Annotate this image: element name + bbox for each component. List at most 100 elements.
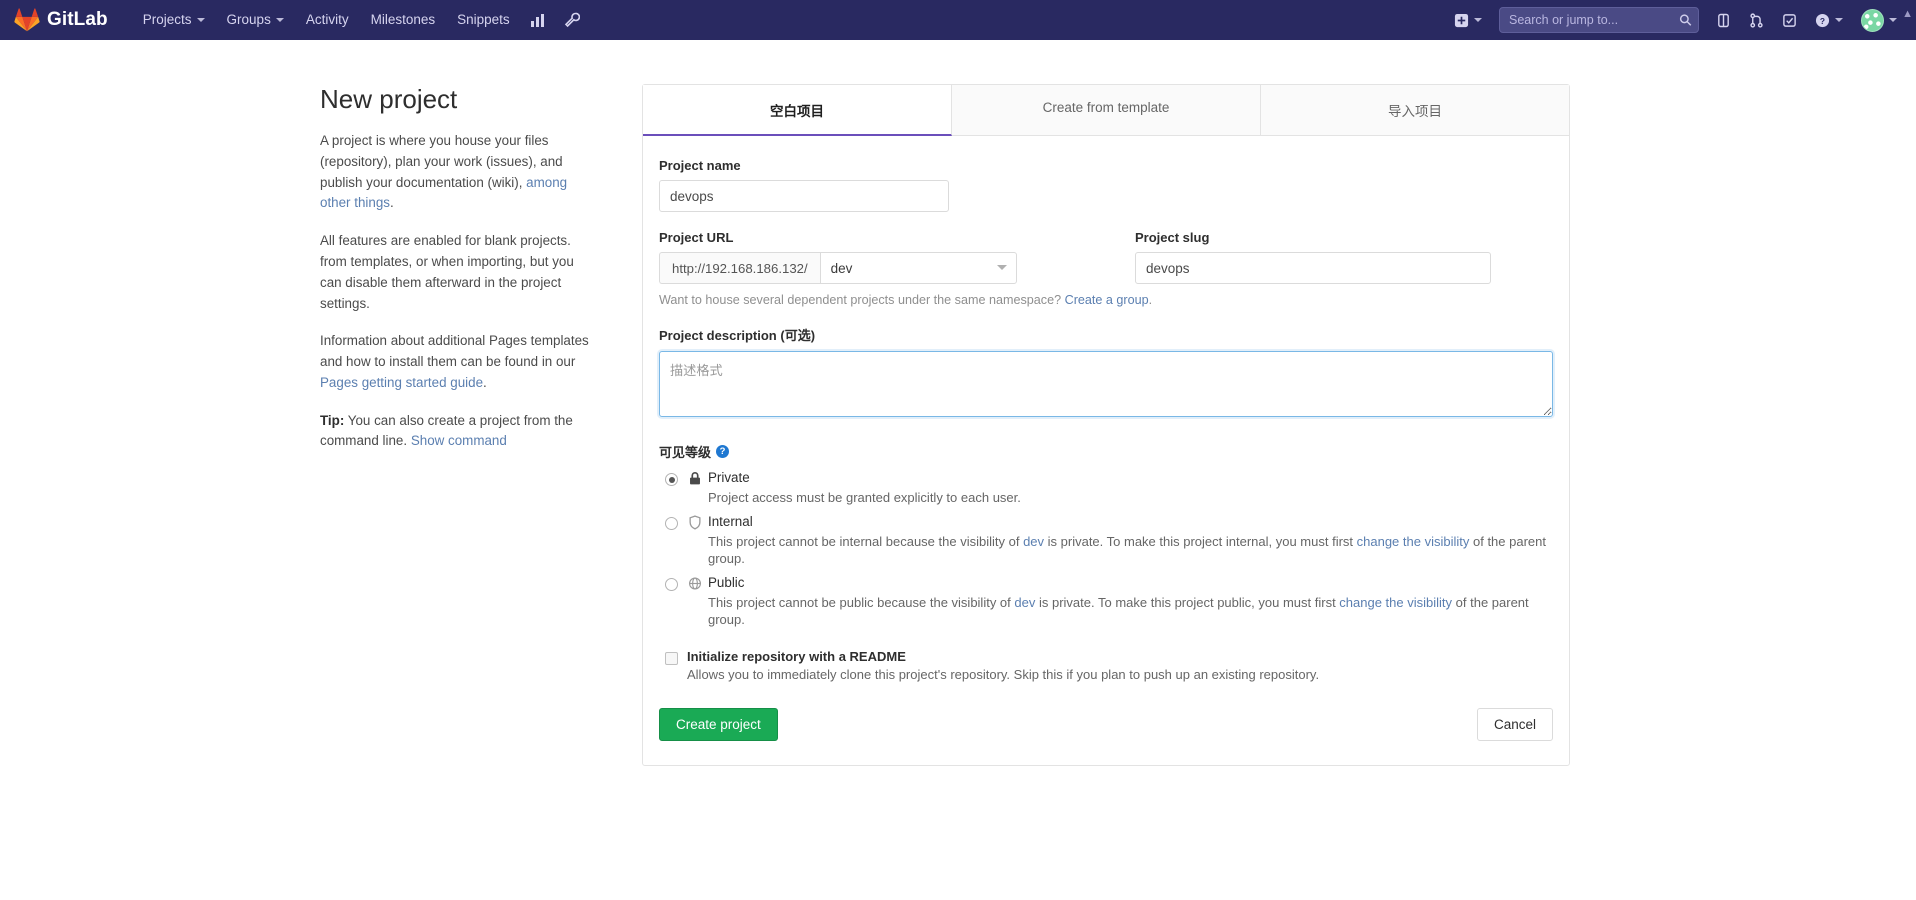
tip-label: Tip: [320, 412, 345, 428]
form-actions: Create project Cancel [659, 707, 1553, 741]
visibility-radio-public[interactable] [665, 577, 678, 591]
search-input[interactable] [1499, 7, 1699, 33]
visibility-option-internal[interactable]: Internal This project cannot be internal… [659, 513, 1553, 568]
gitlab-logo-link[interactable]: GitLab [14, 8, 108, 32]
lock-glyph [690, 471, 700, 485]
visibility-option-private[interactable]: Private Project access must be granted e… [659, 469, 1553, 507]
initialize-readme-body: Initialize repository with a README Allo… [687, 649, 1319, 682]
shield-glyph [689, 514, 701, 530]
vis-internal-a: This project cannot be internal because … [708, 533, 1024, 549]
scrollbar-up-arrow[interactable]: ▲ [1902, 8, 1913, 20]
gitlab-logo-icon [14, 8, 40, 32]
vis-public-a: This project cannot be public because th… [708, 594, 1015, 610]
chevron-down-icon [1835, 18, 1843, 22]
namespace-helper-end: . [1148, 293, 1153, 307]
create-a-group-link[interactable]: Create a group [1065, 293, 1149, 307]
visibility-internal-desc: This project cannot be internal because … [708, 533, 1553, 568]
nav-milestones[interactable]: Milestones [360, 0, 447, 40]
project-url-prefix: http://192.168.186.132/ [659, 252, 820, 284]
public-group-link[interactable]: dev [1014, 595, 1035, 610]
todos-checkbox-icon[interactable] [1773, 0, 1806, 40]
project-slug-input[interactable] [1135, 252, 1491, 284]
tab-create-from-template-label: Create from template [1042, 100, 1170, 115]
tip-paragraph: Tip: You can also create a project from … [320, 411, 594, 453]
help-question-icon[interactable]: ? [716, 445, 730, 458]
tab-blank-project-label: 空白项目 [770, 104, 824, 119]
analytics-chart-icon[interactable] [521, 0, 555, 40]
nav-projects[interactable]: Projects [132, 0, 216, 40]
chevron-down-icon [275, 18, 284, 22]
page-content: New project A project is where you house… [0, 40, 1916, 766]
vis-internal-mid: is private. To make this project interna… [1044, 533, 1357, 549]
visibility-public-title: Public [708, 574, 745, 590]
namespace-select[interactable]: dev [819, 252, 1017, 284]
wrench-glyph [564, 12, 580, 28]
search-container [1499, 7, 1699, 33]
nav-activity-label: Activity [305, 12, 349, 27]
nav-snippets[interactable]: Snippets [446, 0, 521, 40]
visibility-public-desc: This project cannot be public because th… [708, 594, 1553, 629]
visibility-private-body: Private Project access must be granted e… [708, 469, 1553, 507]
analytics-chart-glyph [530, 14, 544, 27]
info-paragraph-3: Information about additional Pages templ… [320, 331, 594, 393]
chevron-down-icon [1889, 18, 1897, 22]
namespace-select-wrap: dev [819, 252, 1017, 284]
visibility-private-desc: Project access must be granted explicitl… [708, 490, 1021, 505]
internal-change-visibility-link[interactable]: change the visibility [1357, 534, 1470, 549]
issues-icon[interactable] [1707, 0, 1740, 40]
new-project-card: 空白项目 Create from template 导入项目 Project n… [642, 84, 1570, 766]
internal-group-link[interactable]: dev [1023, 534, 1044, 549]
initialize-readme-checkbox[interactable] [665, 651, 678, 665]
chevron-down-icon [1474, 18, 1482, 22]
project-name-input[interactable] [659, 180, 949, 212]
url-slug-row: Project URL http://192.168.186.132/ dev … [659, 230, 1553, 284]
project-description-group: Project description (可选) [659, 325, 1553, 420]
create-project-button[interactable]: Create project [659, 707, 778, 741]
chevron-down-icon [196, 18, 205, 22]
tab-import-project-label: 导入项目 [1388, 104, 1442, 119]
new-project-info-panel: New project A project is where you house… [320, 84, 620, 766]
project-slug-group: Project slug [1135, 230, 1491, 284]
visibility-option-public[interactable]: Public This project cannot be public bec… [659, 574, 1553, 629]
info-p1-text-b: . [389, 195, 394, 211]
plus-icon[interactable] [1445, 0, 1491, 40]
nav-activity[interactable]: Activity [295, 0, 360, 40]
globe-glyph [689, 577, 701, 590]
namespace-helper-text: Want to house several dependent projects… [659, 293, 1065, 307]
visibility-level-header: 可见等级 ? [659, 442, 1553, 461]
merge-requests-glyph [1750, 12, 1763, 28]
info-paragraph-1: A project is where you house your files … [320, 131, 594, 214]
tab-create-from-template[interactable]: Create from template [952, 85, 1261, 135]
project-slug-label: Project slug [1135, 230, 1210, 245]
info-paragraph-2: All features are enabled for blank proje… [320, 233, 574, 311]
gitlab-brand-text: GitLab [47, 9, 108, 30]
svg-text:?: ? [1820, 15, 1825, 25]
help-question-icon[interactable]: ? [1806, 0, 1852, 40]
project-name-label: Project name [659, 158, 741, 173]
new-project-form: Project name Project URL http://192.168.… [643, 136, 1569, 765]
user-menu[interactable] [1852, 0, 1906, 40]
help-glyph: ? [1815, 13, 1830, 27]
todos-glyph [1783, 13, 1796, 27]
pages-getting-started-guide-link[interactable]: Pages getting started guide [320, 375, 483, 390]
nav-milestones-label: Milestones [370, 12, 436, 27]
initialize-readme-row[interactable]: Initialize repository with a README Allo… [659, 649, 1553, 682]
plus-square-glyph [1454, 13, 1469, 27]
visibility-radio-private[interactable] [665, 473, 678, 486]
tab-blank-project[interactable]: 空白项目 [643, 85, 952, 136]
avatar [1861, 8, 1884, 32]
visibility-public-body: Public This project cannot be public bec… [708, 574, 1553, 629]
visibility-internal-title: Internal [708, 513, 753, 529]
navbar-left-section: GitLab Projects Groups Activity Mileston… [14, 0, 589, 40]
nav-groups[interactable]: Groups [216, 0, 295, 40]
public-change-visibility-link[interactable]: change the visibility [1339, 595, 1452, 610]
project-description-textarea[interactable] [659, 351, 1553, 417]
page-title: New project [320, 84, 458, 114]
tab-import-project[interactable]: 导入项目 [1261, 85, 1569, 135]
cancel-button[interactable]: Cancel [1476, 707, 1553, 741]
wrench-admin-icon[interactable] [555, 0, 589, 40]
visibility-radio-internal[interactable] [665, 516, 678, 530]
visibility-level-label: 可见等级 [659, 445, 712, 460]
merge-requests-icon[interactable] [1740, 0, 1773, 40]
show-command-link[interactable]: Show command [411, 433, 507, 448]
